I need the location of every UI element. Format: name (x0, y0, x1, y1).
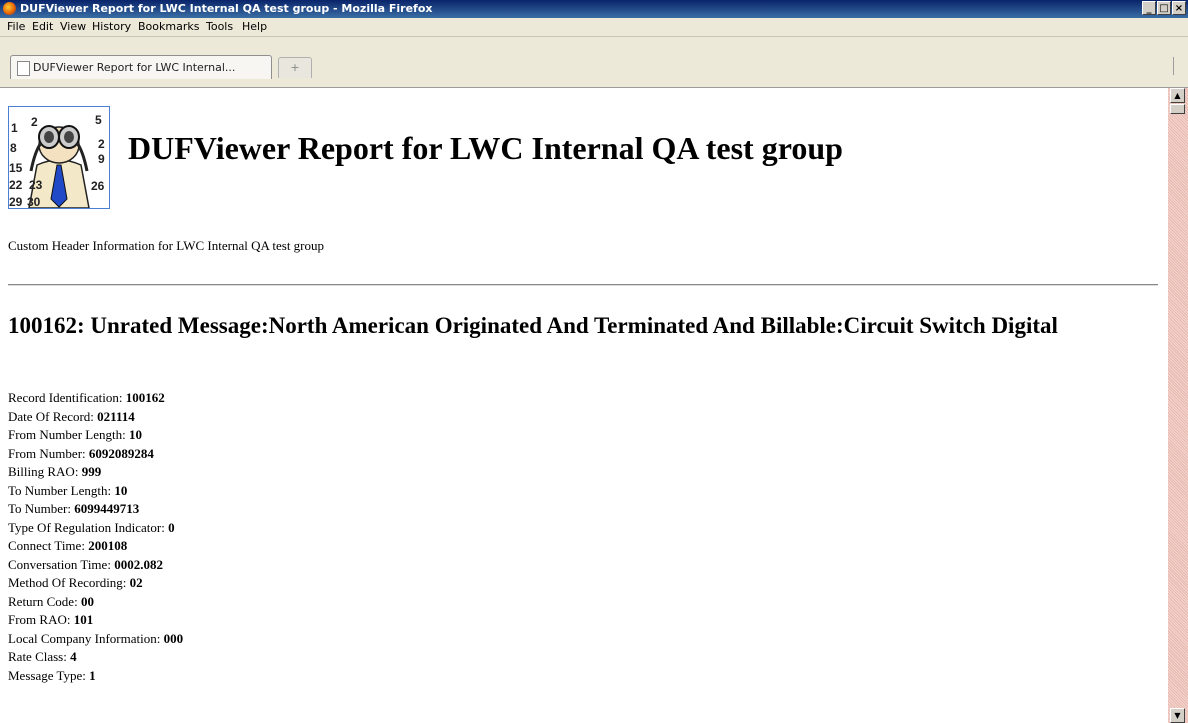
new-tab-button[interactable]: + (278, 57, 312, 78)
logo-number: 9 (98, 152, 105, 166)
logo-number: 15 (9, 161, 23, 175)
field-value: 200108 (88, 538, 128, 553)
field-row: Conversation Time: 0002.082 (8, 556, 183, 575)
firefox-icon (3, 2, 16, 15)
field-row: Message Type: 1 (8, 667, 183, 686)
tab-bar: DUFViewer Report for LWC Internal... + (0, 37, 1188, 88)
field-row: To Number: 6099449713 (8, 500, 183, 519)
menu-edit[interactable]: Edit (32, 20, 53, 33)
field-label: Conversation Time: (8, 556, 115, 572)
menu-bookmarks[interactable]: Bookmarks (138, 20, 199, 33)
scroll-down-arrow[interactable]: ▼ (1170, 708, 1185, 723)
field-row: From Number Length: 10 (8, 426, 183, 445)
field-row: Date Of Record: 021114 (8, 408, 183, 427)
field-label: To Number: (8, 501, 75, 516)
field-label: From Number: (8, 445, 89, 461)
field-value: 6092089284 (88, 445, 154, 461)
field-value: 000 (163, 630, 184, 646)
logo-number: 5 (95, 113, 102, 127)
maximize-button[interactable]: □ (1157, 1, 1171, 15)
tab-label: DUFViewer Report for LWC Internal... (33, 61, 236, 74)
field-label: From Number Length: (8, 427, 129, 442)
custom-header-text: Custom Header Information for LWC Intern… (8, 238, 325, 253)
field-row: From RAO: 101 (8, 611, 183, 630)
page-icon (17, 61, 30, 76)
window-controls: _ □ × (1142, 1, 1186, 15)
field-row: Return Code: 00 (8, 593, 183, 612)
logo-number: 30 (27, 195, 41, 209)
field-label: Message Type: (8, 667, 90, 683)
tab-dufviewer-report[interactable]: DUFViewer Report for LWC Internal... (10, 55, 272, 79)
field-label: Method Of Recording: (8, 575, 130, 590)
vertical-scrollbar[interactable]: ▲ ▼ (1168, 88, 1188, 723)
field-label: Date Of Record: (8, 408, 98, 424)
field-value: 0 (168, 519, 175, 535)
field-value: 100162 (125, 390, 165, 405)
scroll-up-arrow[interactable]: ▲ (1170, 88, 1185, 103)
menu-view[interactable]: View (60, 20, 86, 33)
field-value: 6099449713 (74, 501, 140, 516)
field-value: 101 (73, 612, 94, 627)
field-row: To Number Length: 10 (8, 482, 183, 501)
field-label: Billing RAO: (8, 464, 82, 479)
field-label: Record Identification: (8, 390, 126, 405)
logo-number: 8 (10, 141, 17, 155)
menu-file[interactable]: File (7, 20, 25, 33)
page-title: DUFViewer Report for LWC Internal QA tes… (128, 130, 843, 166)
field-value: 999 (81, 464, 102, 479)
field-value: 4 (70, 649, 77, 664)
field-row: Record Identification: 100162 (8, 389, 183, 408)
field-label: Return Code: (8, 593, 81, 609)
divider (8, 284, 1158, 286)
field-label: To Number Length: (8, 482, 115, 498)
field-row: Type Of Regulation Indicator: 0 (8, 519, 183, 538)
field-row: Billing RAO: 999 (8, 463, 183, 482)
field-label: Local Company Information: (8, 630, 164, 646)
dufviewer-logo: 1 2 5 8 2 9 15 22 23 26 29 30 (8, 106, 110, 209)
window-title-bar[interactable]: DUFViewer Report for LWC Internal QA tes… (0, 0, 1188, 18)
logo-number: 26 (91, 179, 105, 193)
field-value: 021114 (97, 408, 135, 424)
logo-number: 2 (31, 115, 38, 129)
logo-number: 1 (11, 121, 18, 135)
plus-icon: + (290, 61, 300, 74)
field-row: Rate Class: 4 (8, 648, 183, 667)
page-content: 1 2 5 8 2 9 15 22 23 26 29 30 DUFViewer … (0, 88, 1168, 723)
scroll-thumb[interactable] (1170, 104, 1185, 114)
field-value: 10 (128, 427, 142, 442)
field-value: 0002.082 (114, 556, 163, 572)
field-row: From Number: 6092089284 (8, 445, 183, 464)
field-label: Connect Time: (8, 538, 89, 553)
window-title: DUFViewer Report for LWC Internal QA tes… (20, 2, 433, 15)
record-fields: Record Identification: 100162 Date Of Re… (8, 389, 183, 685)
field-label: From RAO: (8, 612, 74, 627)
logo-number: 29 (9, 195, 23, 209)
field-value: 10 (114, 482, 128, 498)
field-value: 02 (129, 575, 143, 590)
menu-history[interactable]: History (92, 20, 131, 33)
minimize-button[interactable]: _ (1142, 1, 1156, 15)
record-title: 100162: Unrated Message:North American O… (8, 313, 1058, 338)
menu-bar: File Edit View History Bookmarks Tools H… (0, 18, 1188, 37)
logo-number: 22 (9, 178, 23, 192)
field-row: Connect Time: 200108 (8, 537, 183, 556)
field-row: Method Of Recording: 02 (8, 574, 183, 593)
logo-number: 23 (29, 178, 43, 192)
menu-help[interactable]: Help (242, 20, 267, 33)
logo-number: 2 (98, 137, 105, 151)
field-label: Type Of Regulation Indicator: (8, 519, 169, 535)
field-value: 1 (89, 667, 96, 683)
field-label: Rate Class: (8, 649, 71, 664)
close-button[interactable]: × (1172, 1, 1186, 15)
tab-scroll-handle[interactable] (1173, 57, 1184, 75)
field-value: 00 (80, 593, 94, 609)
menu-tools[interactable]: Tools (206, 20, 233, 33)
field-row: Local Company Information: 000 (8, 630, 183, 649)
